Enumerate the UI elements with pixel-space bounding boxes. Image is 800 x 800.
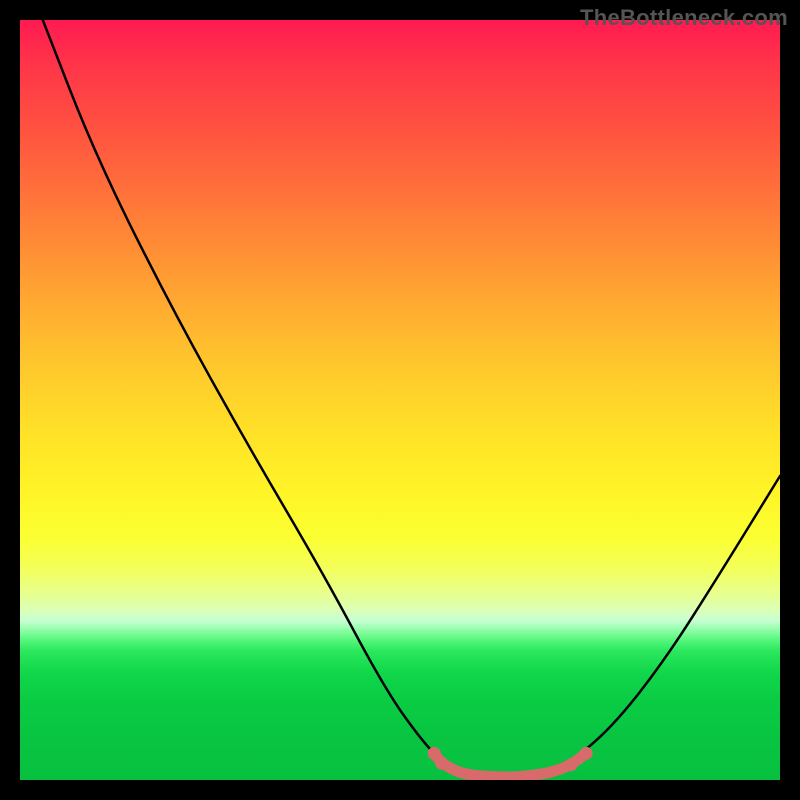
bottleneck-curve	[43, 20, 780, 776]
highlight-dot	[565, 758, 578, 771]
curve-layer	[20, 20, 780, 780]
plot-area	[20, 20, 780, 780]
watermark-text: TheBottleneck.com	[580, 5, 788, 31]
highlight-segment	[434, 753, 586, 777]
chart-container: TheBottleneck.com	[0, 0, 800, 800]
highlight-dot	[435, 757, 448, 770]
highlight-dot	[580, 747, 593, 760]
